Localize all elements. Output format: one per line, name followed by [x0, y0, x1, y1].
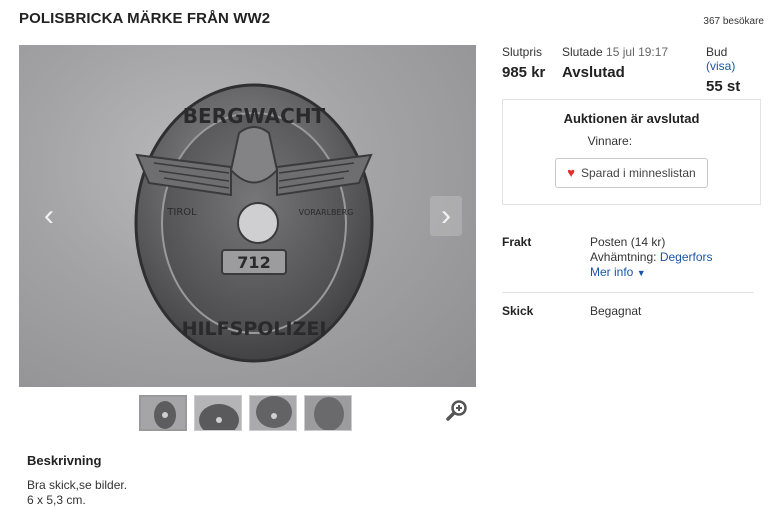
- shipping-details: Posten (14 kr) Avhämtning: Degerfors Mer…: [590, 235, 713, 281]
- description-line: 6 x 5,3 cm.: [27, 493, 86, 507]
- saved-watchlist-label: Sparad i minneslistan: [580, 165, 696, 180]
- condition-value: Begagnat: [590, 304, 642, 318]
- page-title: POLISBRICKA MÄRKE FRÅN WW2: [19, 10, 271, 27]
- main-image[interactable]: 712 BERGWACHT TIROL VORARLBERG HILFSPOLI…: [19, 45, 476, 387]
- next-image-button[interactable]: ›: [430, 196, 462, 236]
- auction-end: Slutade 15 jul 19:17 Avslutad: [562, 45, 668, 81]
- winner-label: Vinnare:: [587, 134, 633, 148]
- thumbnail-4[interactable]: [304, 395, 352, 431]
- description-heading: Beskrivning: [27, 453, 102, 468]
- caret-down-icon: ▼: [636, 268, 646, 278]
- bid-count: Bud (visa) 55 st: [706, 45, 755, 95]
- auction-ended-heading: Auktionen är avslutad: [563, 111, 700, 126]
- badge-number: 712: [237, 253, 270, 272]
- chevron-left-icon: ‹: [44, 199, 54, 232]
- heart-icon: ♥: [567, 165, 575, 181]
- prev-image-button[interactable]: ‹: [33, 196, 65, 236]
- show-bids-link[interactable]: (visa): [706, 59, 735, 73]
- thumbnail-3[interactable]: [249, 395, 297, 431]
- badge-right-text: VORARLBERG: [299, 208, 354, 217]
- bids-label: Bud: [706, 45, 728, 59]
- zoom-icon[interactable]: [446, 399, 468, 421]
- auction-status-box: Auktionen är avslutad Vinnare: ♥ Sparad …: [502, 99, 761, 205]
- ended-status: Avslutad: [562, 64, 625, 81]
- thumbnail-2[interactable]: [194, 395, 242, 431]
- pickup-place-link[interactable]: Degerfors: [660, 250, 713, 264]
- shipping-post: Posten (14 kr): [590, 235, 666, 249]
- visitor-count: 367 besökare: [703, 16, 764, 27]
- more-info-link[interactable]: Mer info ▼: [590, 265, 713, 281]
- saved-watchlist-button[interactable]: ♥ Sparad i minneslistan: [555, 157, 708, 188]
- winner-redacted: [635, 134, 676, 149]
- more-info-label: Mer info: [590, 265, 634, 279]
- bids-value: 55 st: [706, 78, 741, 95]
- pickup-label: Avhämtning:: [590, 250, 657, 264]
- badge-top-text: BERGWACHT: [183, 104, 326, 128]
- ended-date: 15 jul 19:17: [606, 45, 669, 59]
- divider: [502, 292, 754, 293]
- final-price-label: Slutpris: [502, 45, 543, 59]
- thumbnail-1[interactable]: [139, 395, 187, 431]
- badge-photo: 712 BERGWACHT TIROL VORARLBERG HILFSPOLI…: [134, 83, 374, 363]
- badge-bottom-text: HILFSPOLIZEI: [182, 318, 327, 340]
- ended-label: Slutade: [562, 45, 603, 59]
- thumbnail-strip: [139, 395, 352, 431]
- chevron-right-icon: ›: [441, 199, 451, 232]
- final-price: Slutpris 985 kr: [502, 45, 545, 81]
- final-price-value: 985 kr: [502, 64, 546, 81]
- badge-left-text: TIROL: [166, 207, 197, 218]
- shipping-label: Frakt: [502, 235, 532, 249]
- description-line: Bra skick,se bilder.: [27, 478, 128, 492]
- condition-label: Skick: [502, 304, 534, 318]
